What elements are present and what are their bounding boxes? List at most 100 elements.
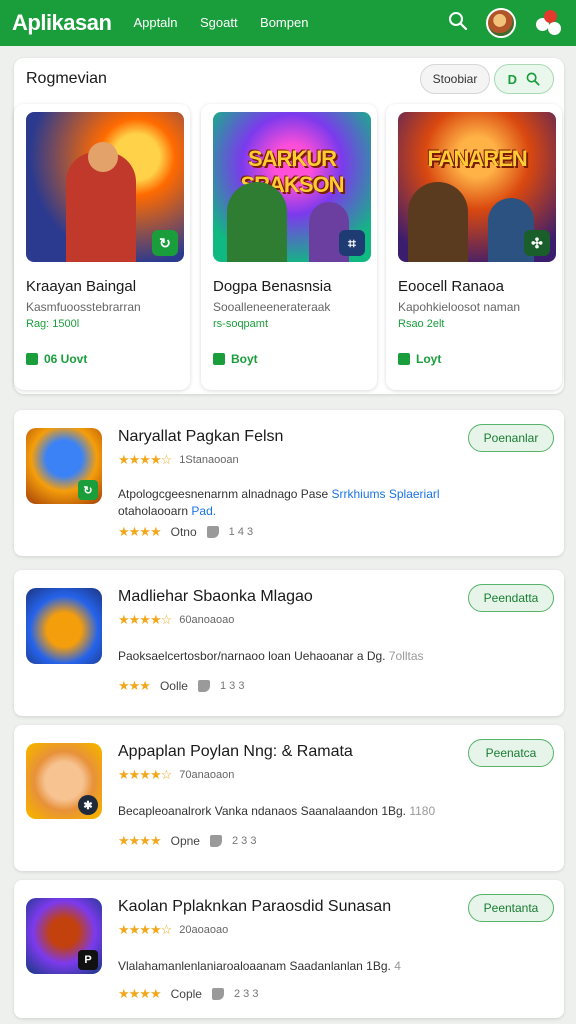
like-count: 2 3 3 [231, 835, 257, 847]
featured-desc: Kasmfuoosstebrarran [26, 300, 141, 314]
panel-search-label: D [507, 71, 518, 87]
featured-price: Rsao 2elt [398, 318, 445, 330]
get-button[interactable]: Poenanlar [468, 424, 554, 452]
meta-label: Cople [170, 987, 202, 1001]
featured-action[interactable]: Boyt [213, 352, 258, 366]
featured-title: Kraayan Baingal [26, 278, 137, 295]
featured-action[interactable]: Loyt [398, 352, 441, 366]
desc-link[interactable]: Srrkhiums Splaeriarl [332, 487, 440, 501]
grid-icon: ⌗ [339, 230, 365, 256]
featured-card[interactable]: SARKUR SRAKSON ⌗ Dogpa Benasnsia Sooalle… [201, 104, 377, 390]
nav-item-2[interactable]: Sgoatt [200, 15, 238, 30]
star-rating-icon: ★★★ [118, 678, 151, 693]
featured-action[interactable]: 06 Uovt [26, 352, 87, 366]
app-icon: P [26, 898, 102, 974]
app-meta: ★★★★ Cople 2 3 3 [118, 986, 258, 1002]
star-rating-icon: ★★★★☆ [118, 922, 172, 937]
list-item[interactable]: ↻ Naryallat Pagkan Felsn ★★★★☆ 1Stanaooan… [14, 410, 564, 556]
settings-icon: ✱ [78, 795, 98, 815]
star-rating-icon: ★★★★☆ [118, 767, 172, 782]
featured-price: rs-soqpamt [213, 318, 269, 330]
panel-search-button[interactable]: D [494, 64, 554, 94]
app-description: Vlalahamanlenlaniaroaloaanam Saadanlanla… [118, 958, 448, 975]
game-art: FANAREN ✣ [398, 112, 556, 262]
featured-price: Rag: 1500l [26, 318, 80, 330]
app-icon: ↻ [26, 428, 102, 504]
desc-muted: 4 [394, 959, 401, 973]
desc-text: Atpologcgeesnenarnm alnadnago Pase [118, 487, 329, 501]
rating-text: 60anoaoao [179, 614, 235, 626]
thumbs-up-icon[interactable] [209, 835, 222, 847]
desc-muted: 7olltas [388, 649, 424, 663]
rating-text: 1Stanaooan [179, 454, 239, 466]
thumbs-up-icon[interactable] [197, 680, 210, 692]
refresh-icon: ↻ [152, 230, 178, 256]
app-header: Aplikasan Apptaln Sgoatt Bompen [0, 0, 576, 46]
rating-row: ★★★★☆ 20aoaoao [118, 922, 228, 938]
star-rating-icon: ★★★★ [118, 833, 162, 848]
star-rating-icon: ★★★★ [118, 986, 162, 1001]
featured-action-label: Loyt [416, 352, 442, 366]
list-item[interactable]: ✱ Appaplan Poylan Nng: & Ramata ★★★★☆ 70a… [14, 725, 564, 871]
app-description: Paoksaelcertosbor/narnaoo loan Uehaoanar… [118, 648, 448, 665]
puzzle-icon: ✣ [524, 230, 550, 256]
refresh-icon: ↻ [78, 480, 98, 500]
app-meta: ★★★★ Otno 1 4 3 [118, 524, 253, 540]
app-title: Kaolan Pplaknkan Paraosdid Sunasan [118, 898, 392, 915]
meta-label: Opne [170, 834, 200, 848]
app-icon: ✱ [26, 743, 102, 819]
featured-card[interactable]: ↻ Kraayan Baingal Kasmfuoosstebrarran Ra… [14, 104, 190, 390]
desc-text: Becapleoanalrork Vanka ndanaos Saanalaan… [118, 804, 406, 818]
download-icon [213, 353, 225, 365]
app-title: Appaplan Poylan Nng: & Ramata [118, 743, 353, 760]
desc-text: Paoksaelcertosbor/narnaoo loan Uehaoanar… [118, 649, 386, 663]
get-button[interactable]: Peendatta [468, 584, 554, 612]
like-count: 1 3 3 [219, 680, 245, 692]
featured-panel: Rogmevian Stoobiar D ↻ Kraayan Baingal K… [14, 58, 564, 394]
featured-title: Dogpa Benasnsia [213, 278, 332, 295]
app-description: Atpologcgeesnenarnm alnadnago Pase Srrkh… [118, 486, 448, 520]
featured-action-label: 06 Uovt [44, 352, 88, 366]
desc-text: Vlalahamanlenlaniaroaloaanam Saadanlanla… [118, 959, 391, 973]
thumbs-up-icon[interactable] [211, 988, 224, 1000]
search-icon [526, 72, 540, 86]
thumbs-up-icon[interactable] [206, 526, 219, 538]
desc-text-2: otaholaooarn [118, 504, 189, 518]
get-button[interactable]: Peentanta [468, 894, 554, 922]
game-art: ↻ [26, 112, 184, 262]
star-rating-icon: ★★★★☆ [118, 452, 172, 467]
game-art: SARKUR SRAKSON ⌗ [213, 112, 371, 262]
app-description: Becapleoanalrork Vanka ndanaos Saanalaan… [118, 803, 448, 820]
list-item[interactable]: P Kaolan Pplaknkan Paraosdid Sunasan ★★★… [14, 880, 564, 1018]
brand-logo[interactable]: Aplikasan [12, 10, 112, 36]
avatar[interactable] [486, 8, 516, 38]
sort-button[interactable]: Stoobiar [420, 64, 490, 94]
nav-item-1[interactable]: Apptaln [133, 15, 177, 30]
app-meta: ★★★ Oolle 1 3 3 [118, 678, 244, 694]
featured-card[interactable]: FANAREN ✣ Eoocell Ranaoa Kapohkieloosot … [386, 104, 562, 390]
like-count: 1 4 3 [228, 526, 254, 538]
featured-title: Eoocell Ranaoa [398, 278, 504, 295]
app-menu-icon[interactable] [534, 8, 564, 38]
rating-row: ★★★★☆ 1Stanaooan [118, 452, 239, 468]
app-icon [26, 588, 102, 664]
desc-link-2[interactable]: Pad. [191, 504, 216, 518]
top-nav: Apptaln Sgoatt Bompen [133, 14, 326, 32]
rating-row: ★★★★☆ 60anoaoao [118, 612, 234, 628]
search-icon[interactable] [448, 11, 468, 36]
featured-action-label: Boyt [231, 352, 258, 366]
rating-row: ★★★★☆ 70anaoaon [118, 767, 234, 783]
flag-icon: P [78, 950, 98, 970]
rating-text: 20aoaoao [179, 924, 229, 936]
featured-desc: Sooalleneenerateraak [213, 300, 331, 314]
download-icon [26, 353, 38, 365]
meta-label: Otno [170, 525, 197, 539]
nav-item-3[interactable]: Bompen [260, 15, 308, 30]
desc-muted: 1180 [409, 804, 436, 818]
app-title: Madliehar Sbaonka Mlagao [118, 588, 313, 605]
download-icon [398, 353, 410, 365]
game-logo-text: FANAREN [427, 146, 527, 171]
list-item[interactable]: Madliehar Sbaonka Mlagao ★★★★☆ 60anoaoao … [14, 570, 564, 716]
meta-label: Oolle [159, 679, 188, 693]
get-button[interactable]: Peenatca [468, 739, 554, 767]
